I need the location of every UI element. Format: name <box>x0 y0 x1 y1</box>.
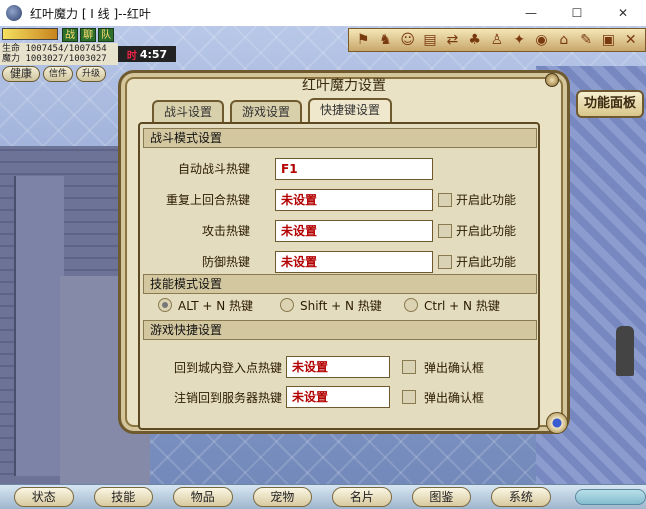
defend-enable-checkbox[interactable] <box>438 255 452 269</box>
hp-value: 1007454/1007454 <box>25 44 107 54</box>
people-icon[interactable]: ☺ <box>399 31 417 49</box>
hotkey-panel: 战斗模式设置 自动战斗热键 F1 重复上回合热键 未设置 开启此功能 攻击热键 … <box>138 122 540 430</box>
dialog-ornament-icon <box>545 73 559 87</box>
tab-battle-settings[interactable]: 战斗设置 <box>152 100 225 122</box>
repeat-turn-label: 重复上回合热键 <box>165 193 250 207</box>
logout-label: 注销回到服务器热键 <box>173 391 282 405</box>
tab-game-settings[interactable]: 游戏设置 <box>230 100 303 122</box>
function-panel-button[interactable]: 功能面板 <box>576 90 644 118</box>
close-button[interactable]: ✕ <box>600 0 646 26</box>
flag-icon[interactable]: ⚑ <box>354 31 372 49</box>
upgrade-button[interactable]: 升级 <box>76 66 107 82</box>
system-button[interactable]: 系统 <box>491 487 551 507</box>
time-value: 4:57 <box>139 47 168 61</box>
health-badge[interactable]: 健康 <box>2 66 40 82</box>
window-titlebar: 红叶魔力 [ I 线 ]--红叶 — ☐ ✕ <box>0 0 646 26</box>
ctrl-n-label: Ctrl + N 热键 <box>424 299 500 313</box>
skills-button[interactable]: 技能 <box>93 487 154 507</box>
logout-hotkey-field[interactable]: 未设置 <box>286 386 390 408</box>
battle-toggle-button[interactable]: 战 <box>62 28 78 42</box>
attack-enable-label: 开启此功能 <box>456 224 517 238</box>
status-button[interactable]: 状态 <box>14 487 74 507</box>
castle-tower <box>14 176 64 476</box>
return-town-confirm-label: 弹出确认框 <box>424 361 485 375</box>
eye-icon[interactable]: ◉ <box>533 31 551 49</box>
party-toggle-button[interactable]: 队 <box>98 28 114 42</box>
window-controls: — ☐ ✕ <box>508 0 646 26</box>
repeat-turn-enable-label: 开启此功能 <box>456 193 517 207</box>
bottom-menu-bar: 状态 技能 物品 宠物 名片 图鉴 系统 <box>0 484 646 509</box>
game-shortcut-section-header: 游戏快捷设置 <box>143 320 537 340</box>
action-toolbar: ⚑ ♞ ☺ ▤ ⇄ ♣ ♙ ✦ ◉ ⌂ ✎ ▣ ✕ <box>348 28 646 52</box>
repeat-turn-hotkey-field[interactable]: 未设置 <box>275 189 433 211</box>
dance-icon[interactable]: ♞ <box>376 31 394 49</box>
settings-tabs: 战斗设置 游戏设置 快捷键设置 <box>152 98 393 122</box>
statue <box>616 326 634 376</box>
game-clock: 时 4:57 <box>118 46 176 62</box>
minimize-button[interactable]: — <box>508 0 554 26</box>
mp-value: 1003027/1003027 <box>25 54 107 64</box>
dialog-title: 红叶魔力设置 <box>302 78 386 94</box>
pose-icon[interactable]: ♙ <box>488 31 506 49</box>
time-label: 时 <box>126 50 137 62</box>
hud-pills: 健康 信件 升级 <box>2 66 107 82</box>
defend-label: 防御热键 <box>201 255 250 269</box>
exp-bar <box>2 28 58 40</box>
auto-battle-hotkey-field[interactable]: F1 <box>275 158 433 180</box>
card-button[interactable]: 名片 <box>332 487 392 507</box>
repeat-turn-enable-checkbox[interactable] <box>438 193 452 207</box>
codex-button[interactable]: 图鉴 <box>411 487 472 507</box>
hp-mp-stats: 生命 1007454/1007454 魔力 1003027/1003027 <box>0 43 118 65</box>
defend-hotkey-field[interactable]: 未设置 <box>275 251 433 273</box>
tab-hotkey-settings[interactable]: 快捷键设置 <box>308 98 393 122</box>
pets-button[interactable]: 宠物 <box>252 487 313 507</box>
return-town-label: 回到城内登入点热键 <box>173 361 282 375</box>
sit-icon[interactable]: ✦ <box>510 31 528 49</box>
defend-enable-label: 开启此功能 <box>456 255 517 269</box>
return-town-confirm-checkbox[interactable] <box>402 360 416 374</box>
house-icon[interactable]: ⌂ <box>555 31 573 49</box>
shift-n-radio[interactable] <box>280 298 294 312</box>
chat-toggle-button[interactable]: 聊 <box>80 28 96 42</box>
chat-input-pill[interactable] <box>574 489 646 505</box>
skill-section-header: 技能模式设置 <box>143 274 537 294</box>
ctrl-n-radio[interactable] <box>404 298 418 312</box>
sign-icon[interactable]: ✎ <box>577 31 595 49</box>
maximize-button[interactable]: ☐ <box>554 0 600 26</box>
hp-label: 生命 <box>2 44 21 54</box>
battle-section-header: 战斗模式设置 <box>143 128 537 148</box>
window-title: 红叶魔力 [ I 线 ]--红叶 <box>30 6 151 21</box>
auto-battle-label: 自动战斗热键 <box>177 162 250 176</box>
logout-confirm-label: 弹出确认框 <box>424 391 485 405</box>
attack-hotkey-field[interactable]: 未设置 <box>275 220 433 242</box>
items-button[interactable]: 物品 <box>173 487 233 507</box>
mp-label: 魔力 <box>2 54 21 64</box>
group-icon[interactable]: ♣ <box>466 31 484 49</box>
alt-n-radio[interactable] <box>158 298 172 312</box>
shift-n-label: Shift + N 热键 <box>300 299 382 313</box>
book-icon[interactable]: ▣ <box>599 31 617 49</box>
attack-enable-checkbox[interactable] <box>438 224 452 238</box>
return-town-hotkey-field[interactable]: 未设置 <box>286 356 390 378</box>
mail-button[interactable]: 信件 <box>43 66 74 82</box>
app-icon <box>6 5 22 21</box>
tools-icon[interactable]: ✕ <box>622 31 640 49</box>
trade-icon[interactable]: ⇄ <box>443 31 461 49</box>
scroll-ornament-icon <box>546 412 568 434</box>
card-icon[interactable]: ▤ <box>421 31 439 49</box>
logout-confirm-checkbox[interactable] <box>402 390 416 404</box>
attack-label: 攻击热键 <box>201 224 250 238</box>
alt-n-label: ALT + N 热键 <box>178 299 254 313</box>
